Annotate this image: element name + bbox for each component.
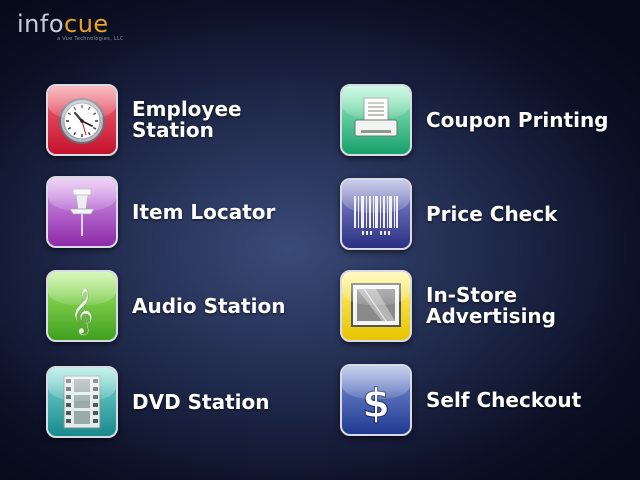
pushpin-icon <box>69 188 95 236</box>
in-store-advertising-icon-box <box>340 270 412 342</box>
logo-tagline: a Vue Technologies, LLC <box>57 36 124 42</box>
item-locator-label: Item Locator <box>132 199 276 224</box>
price-check-button[interactable]: Price Check <box>340 178 557 250</box>
item-locator-button[interactable]: Item Locator <box>46 176 275 248</box>
film-strip-icon <box>63 375 101 429</box>
treble-clef-icon: 𝄞 <box>70 288 94 337</box>
coupon-printing-button[interactable]: Coupon Printing <box>340 84 609 156</box>
in-store-advertising-label: In-Store Advertising <box>426 283 556 328</box>
dvd-station-label: DVD Station <box>132 389 270 414</box>
logo-wordmark: infocue <box>17 10 109 38</box>
coupon-printing-icon-box <box>340 84 412 156</box>
audio-station-button[interactable]: 𝄞 Audio Station <box>46 270 285 342</box>
self-checkout-icon-box: $ <box>340 364 412 436</box>
self-checkout-label: Self Checkout <box>426 387 582 412</box>
logo-suffix: cue <box>64 10 109 38</box>
logo-prefix: info <box>17 10 65 38</box>
price-check-label: Price Check <box>426 201 558 226</box>
dollar-icon: $ <box>362 381 391 428</box>
svg-text:$: $ <box>362 381 390 427</box>
barcode-icon <box>354 196 398 235</box>
dvd-station-icon-box <box>46 366 118 438</box>
self-checkout-button[interactable]: $ Self Checkout <box>340 364 581 436</box>
price-check-icon-box <box>340 178 412 250</box>
audio-station-label: Audio Station <box>132 293 286 318</box>
employee-station-icon-box <box>46 84 118 156</box>
audio-station-icon-box: 𝄞 <box>46 270 118 342</box>
picture-frame-icon <box>351 283 401 327</box>
printer-icon <box>354 97 398 137</box>
employee-station-label: Employee Station <box>132 97 242 142</box>
dvd-station-button[interactable]: DVD Station <box>46 366 270 438</box>
item-locator-icon-box <box>46 176 118 248</box>
in-store-advertising-button[interactable]: In-Store Advertising <box>340 270 556 342</box>
coupon-printing-label: Coupon Printing <box>426 107 609 132</box>
clock-icon <box>59 98 105 144</box>
employee-station-button[interactable]: Employee Station <box>46 84 242 156</box>
brand-logo: infocue a Vue Technologies, LLC <box>17 12 124 42</box>
